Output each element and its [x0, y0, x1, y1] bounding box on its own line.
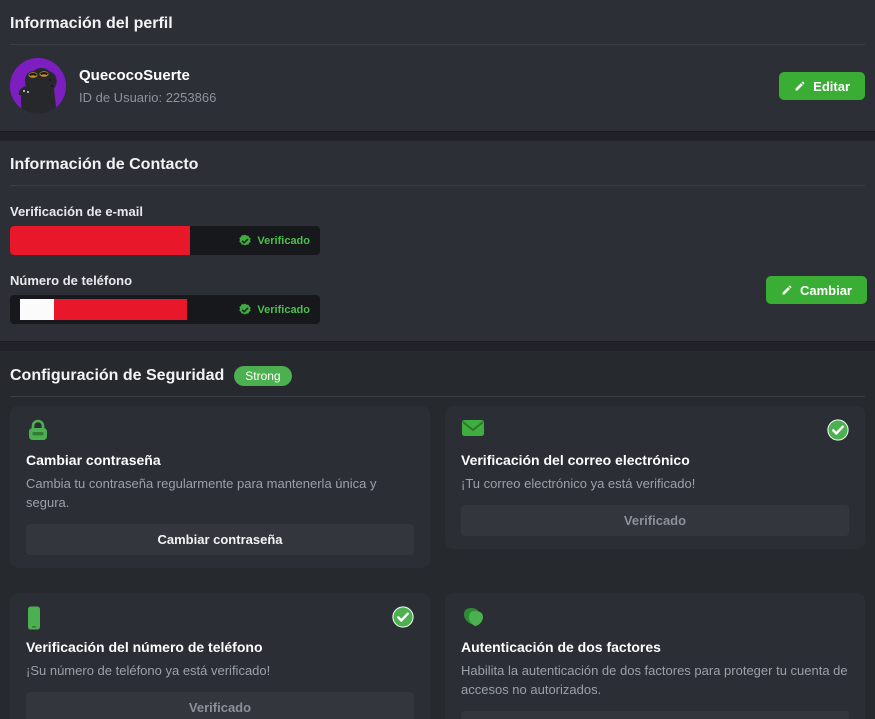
card-title: Cambiar contraseña [26, 452, 414, 468]
change-password-button[interactable]: Cambiar contraseña [26, 524, 414, 555]
contact-section: Información de Contacto Verificación de … [0, 141, 875, 341]
card-description: Habilita la autenticación de dos factore… [461, 661, 849, 699]
email-verification-card: Verificación del correo electrónico ¡Tu … [445, 406, 865, 549]
security-header: Configuración de Seguridad Strong [10, 351, 865, 387]
card-description: ¡Su número de teléfono ya está verificad… [26, 661, 414, 680]
phone-verified-badge: Verificado [238, 303, 310, 317]
profile-meta: QuecocoSuerte ID de Usuario: 2253866 [79, 67, 216, 105]
security-section: Configuración de Seguridad Strong Cambia… [0, 351, 875, 719]
edit-profile-button[interactable]: Editar [779, 72, 865, 100]
username: QuecocoSuerte [79, 67, 216, 84]
phone-verified-button[interactable]: Verificado [26, 692, 414, 719]
email-verified-label: Verificado [257, 235, 310, 247]
phone-value-row: Verificado [10, 295, 320, 324]
profile-section: Información del perfil QuecocoSuerte ID … [0, 0, 875, 131]
phone-verification-card: Verificación del número de teléfono ¡Su … [10, 593, 430, 719]
security-cards-grid: Cambiar contraseña Cambia tu contraseña … [10, 397, 865, 719]
email-label: Verificación de e-mail [10, 204, 865, 219]
pencil-icon [794, 80, 806, 92]
card-title: Verificación del número de teléfono [26, 639, 414, 655]
email-verified-badge: Verificado [238, 234, 310, 248]
email-redaction [10, 226, 190, 255]
card-title: Verificación del correo electrónico [461, 452, 849, 468]
avatar[interactable] [10, 58, 66, 114]
password-strength-badge: Strong [234, 366, 291, 386]
verified-check-icon [827, 419, 849, 441]
phone-country-code-redaction [20, 299, 54, 320]
phone-redaction [54, 299, 187, 320]
section-separator [0, 131, 875, 141]
contact-section-title: Información de Contacto [10, 141, 865, 176]
change-password-card: Cambiar contraseña Cambia tu contraseña … [10, 406, 430, 568]
card-description: ¡Tu correo electrónico ya está verificad… [461, 474, 849, 493]
profile-section-title: Información del perfil [10, 0, 865, 35]
phone-label: Número de teléfono [10, 273, 865, 288]
change-button-label: Cambiar [800, 283, 852, 298]
security-section-title: Configuración de Seguridad [10, 365, 224, 387]
card-description: Cambia tu contraseña regularmente para m… [26, 474, 414, 512]
profile-row: QuecocoSuerte ID de Usuario: 2253866 Edi… [10, 45, 865, 131]
pencil-icon [781, 284, 793, 296]
phone-icon [26, 606, 42, 630]
verified-check-icon [392, 606, 414, 628]
shield-icon [461, 606, 485, 628]
edit-button-label: Editar [813, 79, 850, 94]
card-title: Autenticación de dos factores [461, 639, 849, 655]
envelope-icon [461, 419, 485, 437]
phone-verified-label: Verificado [257, 304, 310, 316]
two-factor-card: Autenticación de dos factores Habilita l… [445, 593, 865, 719]
verified-seal-icon [238, 303, 252, 317]
lock-icon [26, 419, 50, 441]
user-id: ID de Usuario: 2253866 [79, 90, 216, 105]
change-phone-button[interactable]: Cambiar [766, 276, 867, 304]
email-verified-button[interactable]: Verificado [461, 505, 849, 536]
section-separator [0, 341, 875, 351]
verified-seal-icon [238, 234, 252, 248]
section-divider [10, 185, 865, 186]
email-value-row: Verificado [10, 226, 320, 255]
disable-2fa-button[interactable]: Deshabilitar 2FA [461, 711, 849, 719]
